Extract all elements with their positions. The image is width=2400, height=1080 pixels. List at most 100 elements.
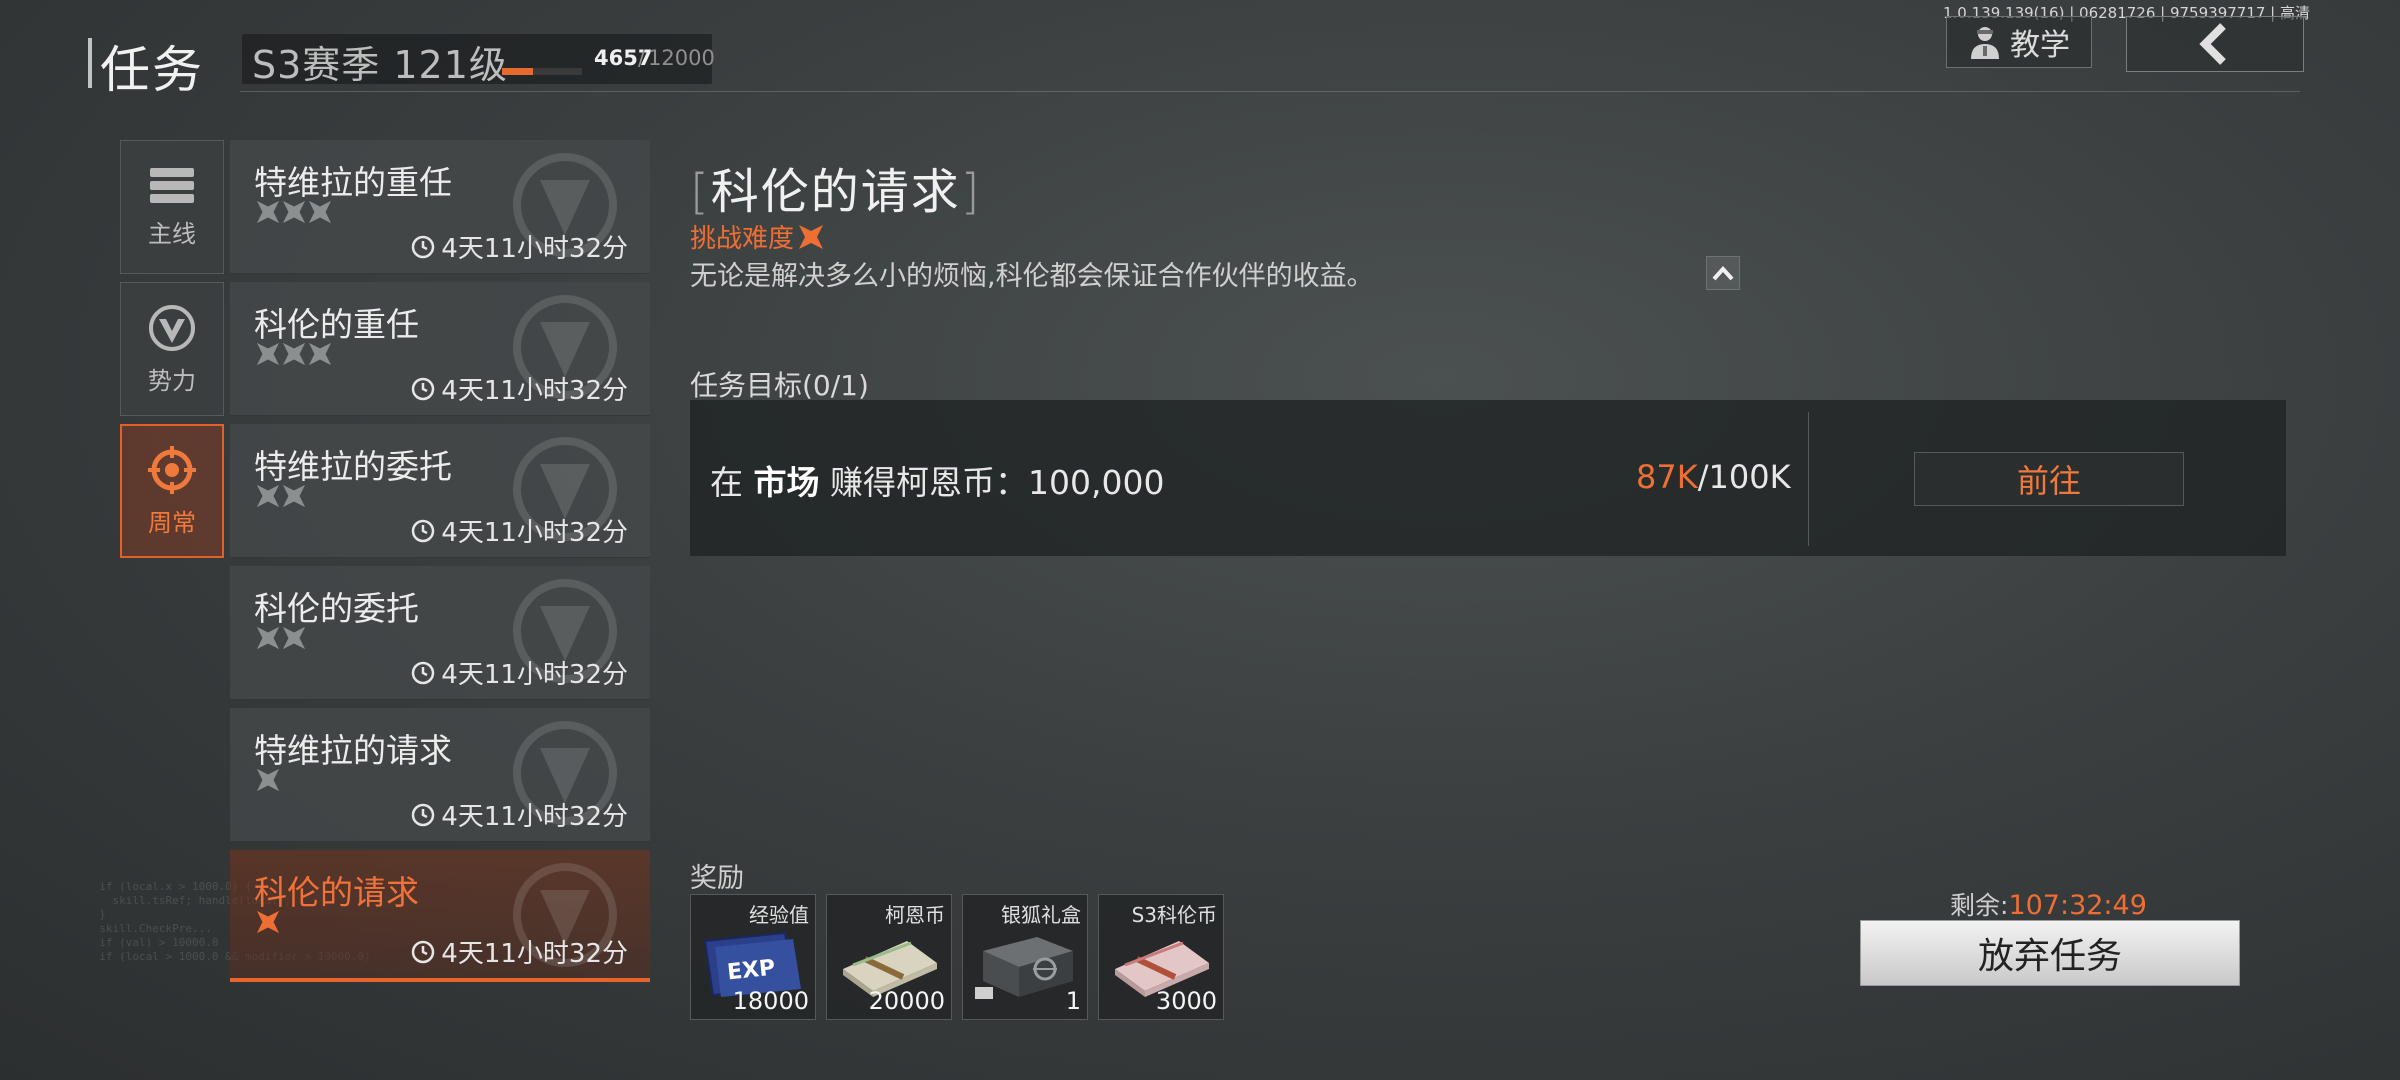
difficulty-star-icon (256, 484, 280, 508)
instructor-icon (1971, 27, 1999, 59)
tab-label: 主线 (148, 219, 196, 248)
reward-giftbox[interactable]: 银狐礼盒 1 (962, 894, 1088, 1020)
quest-time-text: 4天11小时32分 (441, 518, 628, 548)
reward-s3-coin[interactable]: S3科伦币 3000 (1098, 894, 1224, 1020)
quest-item[interactable]: 特维拉的请求 4天11小时32分 (230, 708, 650, 842)
difficulty-row: 挑战难度 (690, 218, 824, 255)
quest-item[interactable]: 科伦的重任 4天11小时32分 (230, 282, 650, 416)
quest-time-text: 4天11小时32分 (441, 660, 628, 690)
faction-icon (149, 304, 195, 351)
chevron-up-icon (1712, 266, 1734, 281)
title-bracket-close: ] (960, 164, 982, 220)
reward-name: 经验值 (749, 903, 809, 927)
reward-coin[interactable]: 柯恩币 20000 (826, 894, 952, 1020)
quest-time-text: 4天11小时32分 (441, 376, 628, 406)
difficulty-label: 挑战难度 (690, 224, 795, 254)
quest-time-left: 4天11小时32分 (411, 370, 628, 407)
page-title: 任务 (100, 41, 204, 99)
objective-place: 市场 (753, 463, 820, 502)
quest-time-left: 4天11小时32分 (411, 228, 628, 265)
reward-quantity: 3000 (1155, 987, 1217, 1015)
difficulty-star-icon (282, 200, 306, 224)
quest-description: 无论是解决多么小的烦恼,科伦都会保证合作伙伴的收益。 (690, 261, 1374, 292)
difficulty-star-icon (256, 626, 280, 650)
svg-text:EXP: EXP (726, 956, 776, 986)
objective-text: 在 市场 赚得柯恩币：100,000 (710, 456, 1164, 504)
abandon-quest-button[interactable]: 放弃任务 (1860, 920, 2240, 986)
objective-divider (1808, 412, 1809, 546)
quest-name: 科伦的请求 (254, 873, 419, 912)
quest-time-left: 4天11小时32分 (411, 654, 628, 691)
gift-box-icon (975, 937, 1073, 999)
progress-current: 87K (1636, 458, 1698, 496)
difficulty-star-icon (256, 910, 280, 934)
clock-icon (412, 519, 435, 542)
tutorial-button[interactable]: 教学 (1946, 16, 2092, 68)
back-button[interactable] (2126, 16, 2304, 72)
remaining-time: 剩余:107:32:49 (1950, 886, 2147, 922)
objective-prefix: 在 (710, 463, 743, 502)
rewards-label: 奖励 (690, 863, 744, 894)
clock-icon (412, 235, 435, 258)
difficulty-star-icon (256, 768, 280, 792)
goto-button[interactable]: 前往 (1914, 452, 2184, 506)
difficulty-star-icon (799, 224, 824, 249)
quest-item[interactable]: 科伦的请求 4天11小时32分 (230, 850, 650, 982)
difficulty-stars (256, 768, 280, 792)
reward-quantity: 1 (1065, 987, 1081, 1015)
tab-label: 势力 (148, 366, 196, 395)
clock-icon (412, 377, 435, 400)
xp-separator: / (638, 46, 646, 70)
quest-item[interactable]: 特维拉的委托 4天11小时32分 (230, 424, 650, 558)
difficulty-star-icon (308, 200, 332, 224)
quest-time-text: 4天11小时32分 (441, 802, 628, 832)
collapse-button[interactable] (1706, 256, 1740, 290)
reward-name: 银狐礼盒 (1001, 903, 1081, 927)
objective-progress: 87K/100K (1636, 458, 1791, 496)
quest-time-text: 4天11小时32分 (441, 234, 628, 264)
objective-rest: 赚得柯恩币：100,000 (830, 463, 1165, 502)
reward-quantity: 20000 (868, 987, 945, 1015)
quest-item[interactable]: 特维拉的重任 4天11小时32分 (230, 140, 650, 274)
title-accent-bar (88, 38, 92, 88)
progress-separator: / (1697, 458, 1709, 496)
remaining-value: 107:32:49 (2008, 890, 2147, 921)
quest-item[interactable]: 科伦的委托 4天11小时32分 (230, 566, 650, 700)
season-xp-fill (502, 68, 534, 75)
quest-time-text: 4天11小时32分 (441, 939, 628, 969)
clock-icon (412, 940, 435, 963)
title-bracket-open: [ (690, 164, 711, 220)
tab-weekly[interactable]: 周常 (120, 424, 224, 558)
quest-name: 科伦的重任 (254, 305, 419, 344)
quest-time-left: 4天11小时32分 (411, 796, 628, 833)
tab-label: 周常 (148, 508, 196, 537)
quest-title-text: 科伦的请求 (710, 164, 961, 220)
quest-name: 特维拉的委托 (254, 447, 452, 486)
reward-name: 柯恩币 (885, 903, 945, 927)
clock-icon (412, 661, 435, 684)
xp-max: 12000 (648, 46, 715, 70)
crosshair-icon (148, 445, 196, 494)
difficulty-stars (256, 200, 332, 224)
remaining-label: 剩余: (1950, 891, 2009, 920)
difficulty-star-icon (308, 342, 332, 366)
reward-quantity: 18000 (732, 987, 809, 1015)
progress-target: 100K (1708, 458, 1791, 496)
difficulty-stars (256, 484, 306, 508)
difficulty-star-icon (282, 484, 306, 508)
tab-faction[interactable]: 势力 (120, 282, 224, 416)
reward-exp[interactable]: 经验值 EXP 18000 (690, 894, 816, 1020)
tutorial-label: 教学 (2010, 28, 2070, 63)
objective-label: 任务目标(0/1) (690, 369, 869, 402)
header-divider (240, 91, 2300, 92)
clock-icon (412, 803, 435, 826)
difficulty-star-icon (282, 342, 306, 366)
quest-name: 特维拉的重任 (254, 163, 452, 202)
tab-main-quest[interactable]: 主线 (120, 140, 224, 274)
quest-time-left: 4天11小时32分 (411, 512, 628, 549)
quest-name: 科伦的委托 (254, 589, 419, 628)
difficulty-star-icon (256, 200, 280, 224)
chevron-left-icon (2199, 23, 2226, 65)
difficulty-star-icon (282, 626, 306, 650)
quest-title: [科伦的请求] (690, 152, 981, 222)
